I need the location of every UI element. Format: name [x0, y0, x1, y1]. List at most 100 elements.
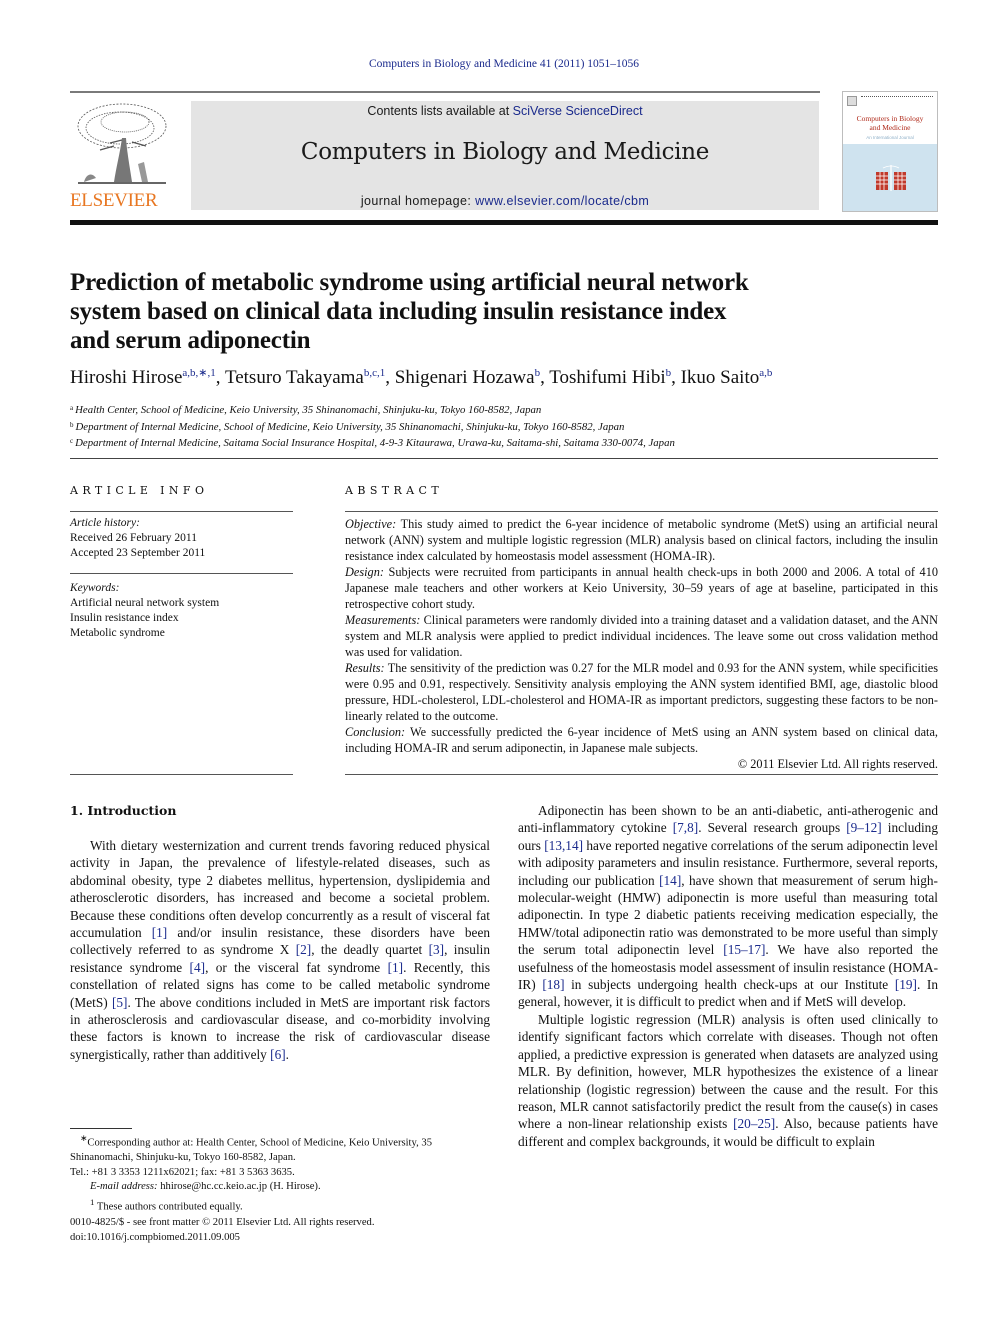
equal-text: These authors contributed equally. — [94, 1201, 243, 1213]
citation-link[interactable]: [2] — [296, 942, 312, 957]
abstract-label: Objective: — [345, 517, 397, 531]
author-name[interactable]: Shigenari Hozawa — [395, 367, 535, 388]
abstract-text: Clinical parameters were randomly divide… — [345, 613, 938, 659]
abstract-label: Results: — [345, 661, 385, 675]
cover-bottom — [843, 144, 937, 211]
body-column-right: Adiponectin has been shown to be an anti… — [518, 802, 938, 1150]
received-date: Received 26 February 2011 — [70, 532, 197, 544]
journal-homepage-link[interactable]: www.elsevier.com/locate/cbm — [475, 194, 649, 208]
author-name[interactable]: Ikuo Saito — [681, 367, 760, 388]
corresponding-author-note: ∗Corresponding author at: Health Center,… — [70, 1131, 490, 1166]
abstract-heading: ABSTRACT — [345, 484, 444, 497]
abstract-text: This study aimed to predict the 6-year i… — [345, 517, 938, 563]
corresponding-text: Corresponding author at: Health Center, … — [70, 1137, 432, 1164]
text-run: . — [285, 1046, 289, 1062]
affiliation: a Health Center, School of Medicine, Keio… — [70, 401, 940, 418]
article-info-heading: ARTICLE INFO — [70, 484, 209, 497]
citation-link[interactable]: [13,14] — [544, 838, 583, 853]
affiliations-divider — [70, 458, 938, 459]
homepage-line: journal homepage: www.elsevier.com/locat… — [191, 194, 819, 208]
masthead-band: Contents lists available at SciVerse Sci… — [191, 101, 819, 210]
issn-line: 0010-4825/$ - see front matter © 2011 El… — [70, 1217, 375, 1228]
elsevier-logo[interactable]: ELSEVIER — [70, 98, 172, 211]
affiliation-text: Department of Internal Medicine, School … — [75, 420, 625, 433]
citation-link[interactable]: [15–17] — [723, 942, 765, 957]
elsevier-tree-icon — [77, 103, 167, 184]
citation-link[interactable]: [7,8] — [673, 820, 698, 835]
affiliation-mark: c — [70, 437, 74, 445]
keywords: Keywords: Artificial neural network syst… — [70, 581, 294, 641]
citation-link[interactable]: [18] — [542, 977, 564, 992]
abstract-text: We successfully predicted the 6-year inc… — [345, 725, 938, 755]
citation-link[interactable]: [5] — [112, 995, 128, 1010]
journal-cover-thumbnail[interactable]: Computers in Biology and Medicine An Int… — [842, 91, 938, 212]
cover-subtitle: An International Journal — [866, 135, 914, 140]
citation-link[interactable]: [20–25] — [733, 1116, 775, 1131]
citation-link[interactable]: [4] — [190, 960, 206, 975]
author-affiliation-marks[interactable]: a,b — [759, 367, 772, 379]
abstract-text: Subjects were recruited from participant… — [345, 565, 938, 611]
abstract-copyright: © 2011 Elsevier Ltd. All rights reserved… — [737, 757, 938, 771]
masthead-bottom-rule — [70, 220, 938, 225]
email-address[interactable]: hhirose@hc.cc.keio.ac.jp (H. Hirose). — [158, 1181, 320, 1192]
sciencedirect-link[interactable]: SciVerse ScienceDirect — [513, 104, 643, 118]
abstract-text: The sensitivity of the prediction was 0.… — [345, 661, 938, 723]
keyword: Artificial neural network system — [70, 597, 220, 609]
body-column-left: With dietary westernization and current … — [70, 837, 490, 1063]
contents-prefix: Contents lists available at — [367, 104, 513, 118]
masthead-top-rule — [70, 91, 820, 93]
footnotes: ∗Corresponding author at: Health Center,… — [70, 1131, 490, 1215]
email-note: E-mail address: hhirose@hc.cc.keio.ac.jp… — [70, 1180, 490, 1195]
author-affiliation-marks[interactable]: b — [535, 367, 541, 379]
abstract-bottom-rule — [345, 774, 938, 775]
keyword: Insulin resistance index — [70, 612, 179, 624]
citation-link[interactable]: [19] — [895, 977, 917, 992]
citation-link[interactable]: [14] — [659, 873, 681, 888]
citation-link[interactable]: [1] — [388, 960, 404, 975]
journal-citation-link[interactable]: Computers in Biology and Medicine 41 (20… — [0, 58, 992, 70]
article-history-label: Article history: — [70, 517, 140, 529]
article-info-bottom-rule — [70, 774, 293, 775]
citation-link[interactable]: [9–12] — [846, 820, 881, 835]
text-run: . Several research groups — [698, 820, 847, 836]
author-affiliation-marks[interactable]: b,c,1 — [364, 367, 385, 379]
paragraph: Multiple logistic regression (MLR) analy… — [518, 1011, 938, 1150]
cover-title-line1: Computers in Biology — [856, 114, 924, 123]
author-affiliation-marks[interactable]: a,b,∗,1 — [182, 367, 215, 379]
citation-link[interactable]: [3] — [429, 942, 445, 957]
text-run: Multiple logistic regression (MLR) analy… — [518, 1011, 938, 1132]
keywords-label: Keywords: — [70, 582, 120, 594]
paragraph: Adiponectin has been shown to be an anti… — [518, 802, 938, 1011]
abstract-label: Design: — [345, 565, 384, 579]
equal-contribution-note: 1 These authors contributed equally. — [70, 1195, 490, 1215]
tel-fax: Tel.: +81 3 3353 1211x62021; fax: +81 3 … — [70, 1166, 295, 1178]
cover-meta-line — [861, 96, 933, 99]
affiliation: b Department of Internal Medicine, School… — [70, 418, 940, 435]
abstract-section-results: Results: The sensitivity of the predicti… — [345, 660, 938, 724]
caduceus-emblem-icon — [876, 165, 906, 191]
citation-link[interactable]: [1] — [152, 925, 168, 940]
text-run: , the deadly quartet — [311, 942, 429, 958]
affiliation-mark: b — [70, 420, 74, 429]
email-label: E-mail address: — [90, 1181, 158, 1193]
front-matter: 0010-4825/$ - see front matter © 2011 El… — [70, 1216, 490, 1245]
affiliation-text: Health Center, School of Medicine, Keio … — [75, 404, 542, 416]
abstract-label: Conclusion: — [345, 725, 406, 739]
affiliation-text: Department of Internal Medicine, Saitama… — [75, 437, 675, 449]
citation-link[interactable]: [6] — [270, 1047, 286, 1062]
abstract-body: Objective: This study aimed to predict t… — [345, 516, 938, 772]
author-name[interactable]: Toshifumi Hibi — [549, 367, 665, 388]
doi-link[interactable]: doi:10.1016/j.compbiomed.2011.09.005 — [70, 1231, 490, 1246]
article-history-rule — [70, 573, 293, 574]
article-history: Article history: Received 26 February 20… — [70, 516, 294, 561]
journal-title: Computers in Biology and Medicine — [300, 139, 710, 165]
author-name[interactable]: Tetsuro Takayama — [225, 367, 364, 388]
author-name[interactable]: Hiroshi Hirose — [70, 367, 182, 388]
abstract-section-objective: Objective: This study aimed to predict t… — [345, 516, 938, 564]
cover-top: Computers in Biology and Medicine An Int… — [843, 92, 937, 144]
title-line: and serum adiponectin — [70, 327, 311, 354]
affiliations: a Health Center, School of Medicine, Keio… — [70, 401, 940, 451]
abstract-top-rule — [345, 511, 938, 512]
author-affiliation-marks[interactable]: b — [666, 367, 672, 379]
section-heading-introduction: 1. Introduction — [70, 803, 177, 818]
